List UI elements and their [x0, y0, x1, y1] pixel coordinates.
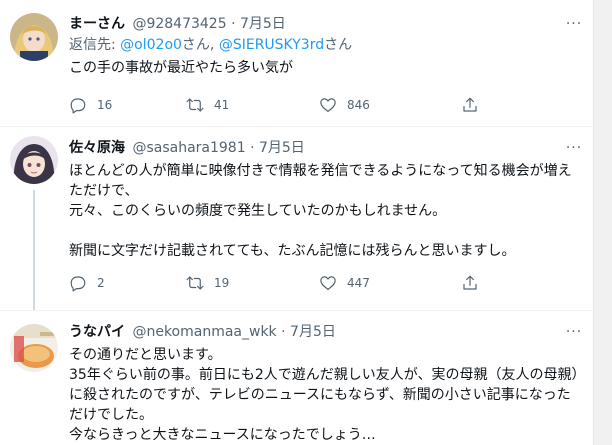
tweet-actions: 16 41 846 — [69, 95, 509, 115]
tweet-date[interactable]: 7月5日 — [259, 140, 305, 156]
share-icon — [463, 275, 477, 290]
reply-icon — [70, 98, 86, 114]
tweet-content: まーさん @928473425 · 7月5日 ··· 返信先: @ol02o0さ… — [69, 14, 584, 78]
reply-icon — [70, 276, 86, 292]
retweet-icon — [186, 98, 204, 112]
display-name[interactable]: うなパイ — [69, 324, 125, 340]
reply-to-prefix: 返信先: — [69, 37, 121, 53]
retweet-count: 19 — [214, 276, 230, 290]
tweet-text: この手の事故が最近やたら多い気が — [69, 60, 293, 76]
like-button[interactable]: 846 — [319, 95, 370, 115]
retweet-button[interactable]: 41 — [186, 95, 229, 115]
reply-to-mention[interactable]: @ol02o0 — [120, 37, 182, 53]
display-name[interactable]: 佐々原海 — [69, 140, 125, 156]
tweet-text: その通りだと思います。 35年ぐらい前の事。前日にも2人で遊んだ親しい友人が、実… — [69, 347, 579, 443]
like-count: 447 — [347, 276, 370, 290]
heart-icon — [320, 98, 336, 112]
display-name[interactable]: まーさん — [69, 16, 125, 32]
replying-to: 返信先: @ol02o0さん, @SIERUSKY3rdさん — [69, 35, 584, 55]
user-handle[interactable]: @sasahara1981 — [132, 140, 245, 156]
reply-button[interactable]: 16 — [69, 95, 112, 115]
thread-line — [33, 190, 35, 310]
reply-to-separator: さん, — [181, 37, 219, 53]
tweet-content: 佐々原海 @sasahara1981 · 7月5日 ··· ほとんどの人が簡単に… — [69, 138, 584, 261]
tweet-date[interactable]: 7月5日 — [240, 16, 286, 32]
tweet-text: ほとんどの人が簡単に映像付きで情報を発信できるようになって知る機会が増えただけで… — [69, 163, 572, 259]
tweet-header: 佐々原海 @sasahara1981 · 7月5日 ··· — [69, 138, 584, 158]
like-count: 846 — [347, 98, 370, 112]
reply-to-mention[interactable]: @SIERUSKY3rd — [219, 37, 324, 53]
reply-to-suffix: さん — [324, 37, 353, 53]
tweet-content: うなパイ @nekomanmaa_wkk · 7月5日 ··· その通りだと思い… — [69, 322, 584, 445]
retweet-count: 41 — [214, 98, 230, 112]
tweet-header: うなパイ @nekomanmaa_wkk · 7月5日 ··· — [69, 322, 584, 342]
tweet-header: まーさん @928473425 · 7月5日 ··· — [69, 14, 584, 34]
more-options-button[interactable]: ··· — [564, 322, 584, 342]
retweet-icon — [186, 276, 204, 290]
like-button[interactable]: 447 — [319, 273, 370, 293]
share-button[interactable] — [461, 95, 479, 115]
scrollbar[interactable] — [593, 0, 612, 445]
more-options-button[interactable]: ··· — [564, 14, 584, 34]
tweet-actions: 2 19 447 — [69, 273, 509, 293]
tweet-date[interactable]: 7月5日 — [290, 324, 336, 340]
avatar[interactable] — [10, 324, 58, 372]
avatar[interactable] — [10, 13, 58, 61]
retweet-button[interactable]: 19 — [186, 273, 229, 293]
more-options-button[interactable]: ··· — [564, 138, 584, 158]
avatar[interactable] — [10, 136, 58, 184]
reply-button[interactable]: 2 — [69, 273, 105, 293]
tweet[interactable]: 佐々原海 @sasahara1981 · 7月5日 ··· ほとんどの人が簡単に… — [0, 127, 594, 310]
user-handle[interactable]: @nekomanmaa_wkk — [132, 324, 276, 340]
reply-count: 16 — [97, 98, 113, 112]
tweet[interactable]: まーさん @928473425 · 7月5日 ··· 返信先: @ol02o0さ… — [0, 0, 594, 126]
separator-dot: · — [231, 16, 236, 32]
share-button[interactable] — [461, 273, 479, 293]
reply-count: 2 — [97, 276, 105, 290]
timeline: まーさん @928473425 · 7月5日 ··· 返信先: @ol02o0さ… — [0, 0, 594, 445]
heart-icon — [320, 276, 336, 290]
tweet[interactable]: うなパイ @nekomanmaa_wkk · 7月5日 ··· その通りだと思い… — [0, 311, 594, 445]
share-icon — [463, 97, 477, 112]
separator-dot: · — [250, 140, 255, 156]
separator-dot: · — [281, 324, 286, 340]
user-handle[interactable]: @928473425 — [132, 16, 226, 32]
